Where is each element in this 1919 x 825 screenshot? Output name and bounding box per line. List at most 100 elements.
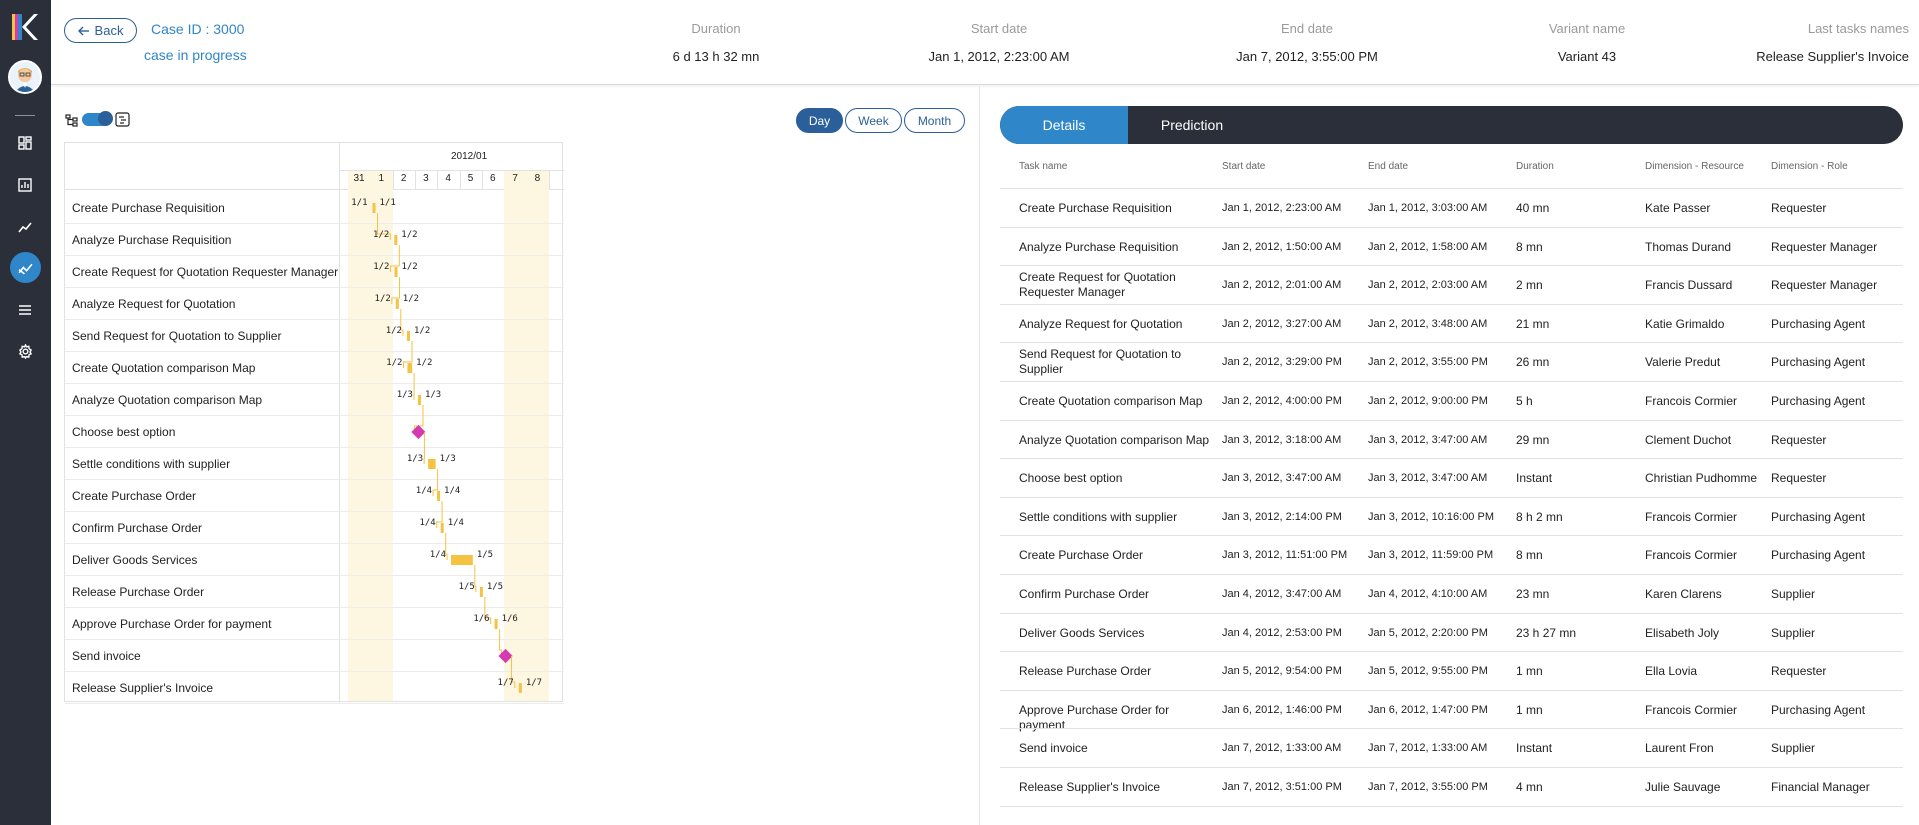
cell-end-date: Jan 7, 2012, 1:33:00 AM <box>1368 742 1488 755</box>
scale-month-button[interactable]: Month <box>904 108 965 133</box>
scale-day-button[interactable]: Day <box>796 108 843 133</box>
cell-duration: 2 mn <box>1516 278 1543 293</box>
cell-start-date: Jan 6, 2012, 1:46:00 PM <box>1222 703 1342 716</box>
scale-week-button[interactable]: Week <box>845 108 902 133</box>
table-row[interactable]: Create Purchase Order Jan 3, 2012, 11:51:… <box>1000 535 1903 574</box>
cell-resource: Ella Lovia <box>1645 664 1698 679</box>
cell-resource: Laurent Fron <box>1645 741 1714 756</box>
cell-role: Supplier <box>1771 741 1816 756</box>
logo[interactable] <box>12 14 38 40</box>
table-row[interactable]: Create Quotation comparison Map Jan 2, 20… <box>1000 381 1903 420</box>
gantt-end-label: 1/2 <box>401 230 417 240</box>
gantt-task-bar[interactable] <box>428 459 436 469</box>
view-toggle[interactable] <box>65 111 130 127</box>
detail-tabs: Details Prediction <box>1000 106 1903 144</box>
cell-role: Purchasing Agent <box>1771 548 1866 563</box>
table-row[interactable]: Analyze Request for Quotation Jan 2, 2012… <box>1000 303 1903 343</box>
line-chart-icon[interactable] <box>13 215 37 239</box>
table-row[interactable]: Choose best option Jan 3, 2012, 3:47:00 A… <box>1000 458 1903 497</box>
back-label: Back <box>94 23 124 38</box>
last-tasks-value: Release Supplier's Invoice <box>1756 49 1909 64</box>
cell-task-name: Analyze Purchase Requisition <box>1019 239 1179 254</box>
gantt-start-label: 1/2 <box>373 230 389 240</box>
bar-chart-icon[interactable] <box>13 173 37 197</box>
cell-task-name: Create Purchase Requisition <box>1019 201 1172 215</box>
cell-role: Requester <box>1771 664 1827 679</box>
cell-duration: 5 h <box>1516 394 1533 408</box>
gantt-task-bar[interactable] <box>394 267 398 277</box>
gantt-task-bar[interactable] <box>479 587 483 597</box>
start-date-value: Jan 1, 2012, 2:23:00 AM <box>928 49 1070 64</box>
gantt-task-bar[interactable] <box>407 363 413 373</box>
scale-selector: Day Week Month <box>796 108 965 133</box>
gantt-task-bar[interactable] <box>395 299 399 309</box>
case-header: Back Case ID : 3000 case in progress Dur… <box>51 0 1919 85</box>
gantt-start-label: 1/7 <box>498 678 514 688</box>
gantt-end-label: 1/5 <box>487 582 503 592</box>
cell-resource: Kate Passer <box>1645 201 1711 215</box>
cell-task-name: Analyze Request for Quotation <box>1019 316 1183 331</box>
table-row[interactable]: Analyze Quotation comparison Map Jan 3, 2… <box>1000 419 1903 459</box>
table-row[interactable]: Create Purchase Requisition Jan 1, 2012, … <box>1000 188 1903 227</box>
cell-task-name: Release Supplier's Invoice <box>1019 780 1161 794</box>
cell-task-name: Release Purchase Order <box>1019 664 1152 679</box>
column-header-resource[interactable]: Dimension - Resource <box>1645 161 1744 172</box>
duration-column: Duration 6 d 13 h 32 mn <box>576 21 856 64</box>
tab-prediction[interactable]: Prediction <box>1128 106 1256 144</box>
table-row[interactable]: Approve Purchase Order for payment Jan 6,… <box>1000 689 1903 732</box>
table-row[interactable]: Confirm Purchase Order Jan 4, 2012, 3:47:… <box>1000 574 1903 613</box>
cell-end-date: Jan 3, 2012, 10:16:00 PM <box>1368 510 1494 523</box>
gantt-task-bar[interactable] <box>440 523 444 533</box>
list-icon[interactable] <box>13 298 37 322</box>
cell-end-date: Jan 3, 2012, 3:47:00 AM <box>1368 472 1488 485</box>
gantt-task-bar[interactable] <box>437 491 441 501</box>
column-header-start-date[interactable]: Start date <box>1222 161 1265 172</box>
cell-role: Purchasing Agent <box>1771 316 1866 331</box>
last-tasks-label: Last tasks names <box>1807 21 1909 36</box>
cell-start-date: Jan 5, 2012, 9:54:00 PM <box>1222 665 1342 678</box>
table-row[interactable]: Deliver Goods Services Jan 4, 2012, 2:53:… <box>1000 612 1903 652</box>
cell-start-date: Jan 2, 2012, 1:50:00 AM <box>1222 240 1342 253</box>
end-date-label: End date <box>1280 21 1334 36</box>
column-header-task-name[interactable]: Task name <box>1019 161 1067 172</box>
cell-end-date: Jan 5, 2012, 2:20:00 PM <box>1368 626 1488 639</box>
table-row[interactable]: Create Request for Quotation Requester M… <box>1000 265 1903 304</box>
gantt-task-bar[interactable] <box>451 555 473 565</box>
cell-duration: 26 mn <box>1516 355 1550 370</box>
process-analysis-icon[interactable] <box>10 252 41 283</box>
avatar[interactable] <box>8 60 42 94</box>
gantt-start-label: 1/6 <box>473 614 489 624</box>
table-row[interactable]: Settle conditions with supplier Jan 3, 20… <box>1000 496 1903 536</box>
gantt-task-bar[interactable] <box>406 331 410 341</box>
table-row[interactable]: Release Supplier's Invoice Jan 7, 2012, 3… <box>1000 767 1903 806</box>
column-header-duration[interactable]: Duration <box>1516 161 1554 172</box>
back-button[interactable]: Back <box>64 18 137 43</box>
cell-start-date: Jan 3, 2012, 2:14:00 PM <box>1222 510 1342 523</box>
table-row[interactable]: Analyze Purchase Requisition Jan 2, 2012,… <box>1000 226 1903 266</box>
gantt-task-bar[interactable] <box>394 235 398 245</box>
gantt-milestone[interactable] <box>498 648 513 664</box>
gantt-task-bar[interactable] <box>417 395 421 405</box>
gantt-milestone[interactable] <box>411 424 426 440</box>
gantt-task-bar[interactable] <box>518 683 522 693</box>
settings-icon[interactable] <box>13 339 37 363</box>
column-header-role[interactable]: Dimension - Role <box>1771 161 1848 172</box>
view-toggle-switch[interactable] <box>82 111 113 126</box>
end-date-value: Jan 7, 2012, 3:55:00 PM <box>1236 49 1378 64</box>
tab-details[interactable]: Details <box>1000 106 1128 144</box>
cell-task-name: Analyze Quotation comparison Map <box>1019 432 1210 447</box>
cell-end-date: Jan 3, 2012, 3:47:00 AM <box>1368 433 1488 446</box>
cell-task-name: Create Request for Quotation Requester M… <box>1019 270 1176 300</box>
column-header-end-date[interactable]: End date <box>1368 161 1408 172</box>
dashboard-icon[interactable] <box>13 131 37 155</box>
cell-end-date: Jan 7, 2012, 3:55:00 PM <box>1368 781 1488 793</box>
table-row[interactable]: Release Purchase Order Jan 5, 2012, 9:54:… <box>1000 651 1903 690</box>
gantt-task-bar[interactable] <box>372 203 376 213</box>
cell-role: Requester <box>1771 201 1827 215</box>
gantt-end-label: 1/1 <box>380 198 396 208</box>
gantt-task-bar[interactable] <box>494 619 498 629</box>
table-row[interactable]: Send Request for Quotation to Supplier Ja… <box>1000 342 1903 381</box>
table-row[interactable]: Send invoice Jan 7, 2012, 1:33:00 AM Jan 7… <box>1000 728 1903 767</box>
gantt-chart: 2012/01 31 1 2 3 4 5 6 7 8 Create Purchase Requi… <box>64 142 564 704</box>
hierarchy-icon <box>65 113 78 127</box>
